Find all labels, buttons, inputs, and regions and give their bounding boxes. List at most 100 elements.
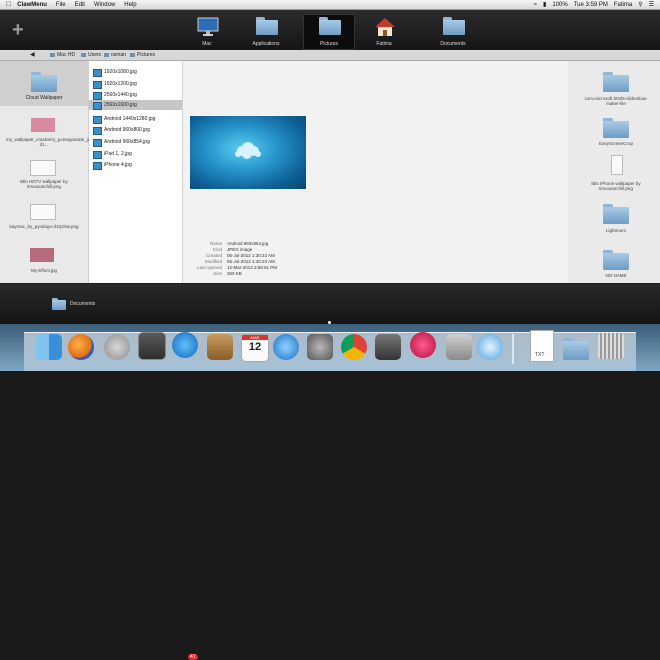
quick-folder-label: Documents: [440, 41, 466, 47]
text-document-icon[interactable]: TXT: [530, 330, 554, 362]
wifi-icon[interactable]: ≈: [534, 2, 537, 8]
dock-separator: [512, 334, 514, 364]
launchpad-icon[interactable]: [104, 334, 130, 360]
info-label: Modified: [204, 259, 222, 264]
left-item-wallpaper[interactable]: my_wallpaper_cranberry_pomegranate_juice…: [6, 137, 127, 147]
image-file-icon: [93, 92, 102, 100]
shelf-item-documents[interactable]: Documents: [70, 301, 95, 307]
info-modified: 05-Jul-2012 1:30:23 AM: [227, 259, 275, 264]
image-thumbnail[interactable]: [30, 248, 54, 262]
web-browser-icon[interactable]: [410, 332, 436, 358]
list-icon[interactable]: ☰: [649, 1, 654, 8]
info-opened: 12-Mar-2013 3:58:51 PM: [227, 265, 278, 270]
left-item-iblo-hdtv[interactable]: iBlo HDTV wallpaper by timooxarchill.png: [8, 179, 80, 189]
calendar-icon[interactable]: MAR 12: [241, 334, 269, 362]
quick-folder-label: Fatima: [376, 41, 392, 47]
photo-browser-icon[interactable]: [138, 332, 166, 360]
image-thumbnail[interactable]: [31, 118, 55, 132]
image-thumbnail[interactable]: [30, 160, 56, 176]
quick-folder-home[interactable]: Fatima: [358, 14, 410, 50]
menu-file[interactable]: File: [56, 2, 66, 8]
image-file-icon: [93, 162, 102, 170]
list-item[interactable]: iPad 1, 2.jpg: [89, 149, 182, 159]
folder-icon[interactable]: [603, 204, 629, 224]
safari-icon[interactable]: [477, 334, 503, 360]
quick-folder-pictures[interactable]: Pictures: [303, 14, 355, 50]
right-item-lightroom[interactable]: Lightroom: [578, 228, 654, 233]
contacts-icon[interactable]: [207, 334, 233, 360]
image-thumbnail[interactable]: [30, 204, 56, 220]
left-item-my-effect[interactable]: My Effect.jpg: [8, 268, 80, 273]
folder-icon[interactable]: [603, 72, 629, 92]
apple-icon[interactable]: : [6, 1, 11, 8]
path-crumb-machd[interactable]: Mac HD: [50, 52, 75, 58]
itunes-icon[interactable]: [273, 334, 299, 360]
battery-level[interactable]: 100%: [552, 2, 567, 8]
folder-icon[interactable]: [603, 250, 629, 270]
preview-app-icon[interactable]: [375, 334, 401, 360]
folder-icon[interactable]: [603, 118, 629, 138]
finder-icon[interactable]: [36, 334, 62, 360]
list-item[interactable]: 1920x1200.jpg: [89, 79, 182, 89]
menu-window[interactable]: Window: [94, 2, 115, 8]
list-item[interactable]: 1920x1080.jpg: [89, 67, 182, 77]
battery-icon[interactable]: ▮: [543, 1, 546, 8]
image-file-icon: [93, 151, 102, 159]
add-icon[interactable]: +: [12, 20, 24, 40]
right-item-no-name[interactable]: NO NAME: [578, 273, 654, 278]
folder-icon[interactable]: [31, 72, 57, 92]
quick-folder-applications[interactable]: Applications: [240, 14, 292, 50]
list-item[interactable]: Android 1440x1280.jpg: [89, 114, 182, 124]
preview-image: [190, 116, 306, 189]
info-kind: JPEG image: [227, 247, 253, 252]
search-icon[interactable]: ⚲: [638, 1, 642, 8]
quick-folder-documents[interactable]: Documents: [427, 14, 479, 50]
firefox-icon[interactable]: [68, 334, 94, 360]
path-crumb-pictures[interactable]: Pictures: [130, 52, 155, 58]
drive-icon: [50, 53, 55, 57]
menu-app-name[interactable]: ClawMenu: [17, 2, 47, 8]
quick-folder-label: Pictures: [319, 41, 339, 47]
info-label: Created: [205, 253, 222, 258]
right-item-easyscreencrop[interactable]: EasyScreenCrop: [578, 141, 654, 146]
folder-icon: [104, 53, 109, 57]
app-store-icon[interactable]: [172, 332, 198, 358]
menu-help[interactable]: Help: [124, 2, 136, 8]
home-icon: [375, 18, 395, 36]
cloud-icon: [235, 142, 261, 159]
folder-icon[interactable]: [563, 338, 589, 360]
list-item[interactable]: Android 960x800.jpg: [89, 125, 182, 135]
clock[interactable]: Tue 3:59 PM: [574, 2, 608, 8]
info-label: Name: [209, 241, 222, 246]
image-thumbnail[interactable]: [611, 155, 623, 175]
quick-folder-label: Applications: [252, 41, 280, 47]
image-file-icon: [93, 116, 102, 124]
back-arrow-icon[interactable]: ◀: [30, 51, 35, 58]
right-item-iblo-iphone[interactable]: iBlo iPhone wallpaper by timooxarchill.p…: [578, 181, 654, 191]
list-item[interactable]: 2560x1440.jpg: [89, 90, 182, 100]
list-item[interactable]: 2560x1600.jpg: [89, 100, 182, 110]
list-item[interactable]: iPhone 4.jpg: [89, 160, 182, 170]
list-item[interactable]: Android 960x854.jpg: [89, 137, 182, 147]
image-file-icon: [93, 139, 102, 147]
info-name: Android 960x854.jpg: [227, 241, 269, 246]
system-preferences-icon[interactable]: [307, 334, 333, 360]
trash-icon[interactable]: [598, 333, 624, 359]
info-size: 360 KB: [227, 271, 242, 276]
folder-icon[interactable]: [52, 298, 66, 310]
left-item-kaymac[interactable]: kaymac_by_pyralogo-d1tyz5w.png: [8, 224, 80, 229]
image-file-icon: [93, 102, 102, 110]
right-item-html5-slideshow[interactable]: com.microsoft.html5-slideshow-maker-lite: [578, 96, 654, 106]
left-item-cloud-wallpaper[interactable]: Cloud Wallpaper: [0, 96, 88, 101]
folder-icon: [319, 17, 341, 35]
image-file-icon: [93, 69, 102, 77]
menu-edit[interactable]: Edit: [75, 2, 85, 8]
info-created: 05-Jul-2012 1:30:23 AM: [227, 253, 275, 258]
quick-folder-mac[interactable]: Mac: [181, 14, 233, 50]
file-list: 1920x1080.jpg 1920x1200.jpg 2560x1440.jp…: [89, 61, 183, 283]
path-crumb-users[interactable]: Users: [81, 52, 101, 58]
path-crumb-osman[interactable]: osman: [104, 52, 126, 58]
user-name[interactable]: Fatima: [614, 2, 632, 8]
screenshot-icon[interactable]: [446, 334, 472, 360]
chrome-icon[interactable]: [341, 334, 367, 360]
